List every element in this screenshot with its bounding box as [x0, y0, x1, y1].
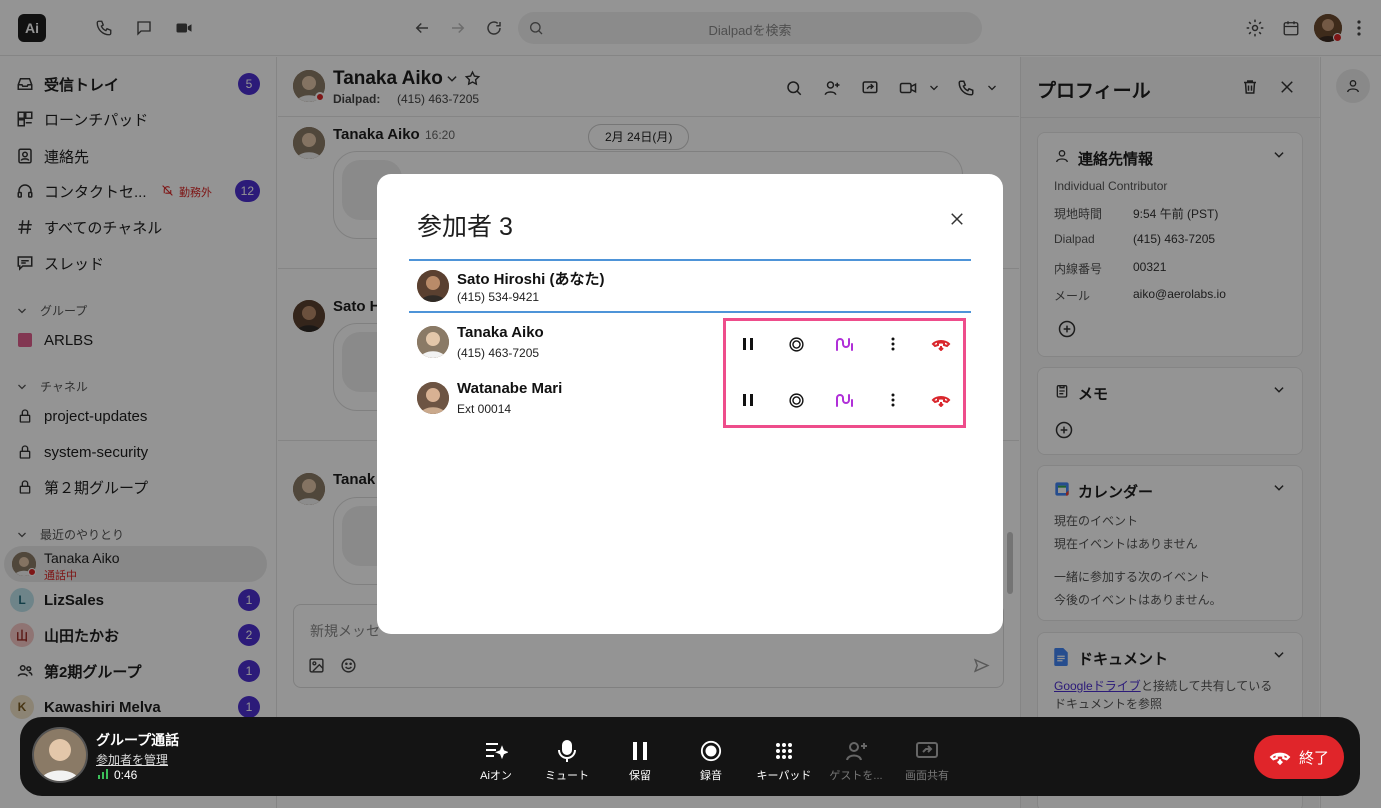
add-guest-button[interactable]: ゲストを...	[821, 737, 891, 791]
manage-participants-link[interactable]: 参加者を管理	[96, 751, 168, 768]
remove-participant-button[interactable]	[926, 385, 956, 415]
keypad-button[interactable]: キーパッド	[749, 737, 819, 791]
call-button-label: ミュート	[545, 770, 589, 782]
ai-assist-button[interactable]	[830, 385, 860, 415]
hold-participant-button[interactable]	[733, 329, 763, 359]
dialog-title: 参加者 3	[417, 213, 513, 241]
participants-dialog: 参加者 3 Sato Hiroshi (あなた) (415) 534-9421 …	[377, 174, 1003, 634]
participant-avatar	[417, 326, 449, 358]
pause-icon	[741, 393, 755, 407]
close-icon[interactable]	[948, 210, 966, 228]
hang-up-icon	[931, 393, 951, 407]
screen-share-button[interactable]: 画面共有	[892, 737, 962, 791]
call-button-label: 保留	[629, 770, 651, 782]
ai-on-button[interactable]: Aiオン	[461, 737, 531, 791]
microphone-icon	[532, 737, 602, 765]
record-participant-button[interactable]	[781, 329, 811, 359]
call-avatar	[32, 727, 88, 783]
remove-participant-button[interactable]	[926, 329, 956, 359]
more-options-button[interactable]	[878, 329, 908, 359]
call-timer: 0:46	[114, 768, 138, 782]
record-icon	[788, 336, 805, 353]
mute-button[interactable]: ミュート	[532, 737, 602, 791]
call-button-label: 画面共有	[905, 770, 949, 782]
call-title: グループ通話	[96, 732, 180, 748]
participant-row-self: Sato Hiroshi (あなた) (415) 534-9421	[409, 260, 971, 312]
more-vertical-icon	[891, 393, 895, 407]
participant-number: Ext 00014	[457, 402, 512, 416]
more-vertical-icon	[891, 337, 895, 351]
active-call-bar: グループ通話 参加者を管理 0:46 Aiオン ミュート 保留 録音 キーパッド…	[20, 717, 1360, 796]
divider	[409, 311, 971, 313]
hang-up-icon	[1269, 749, 1291, 765]
pause-icon	[605, 737, 675, 765]
participant-number: (415) 534-9421	[457, 290, 540, 304]
ai-on-icon	[461, 737, 531, 765]
hold-button[interactable]: 保留	[605, 737, 675, 791]
record-participant-button[interactable]	[781, 385, 811, 415]
hang-up-icon	[931, 337, 951, 351]
record-icon	[788, 392, 805, 409]
signal-icon	[98, 769, 108, 779]
participant-name: Tanaka Aiko	[457, 324, 544, 341]
end-call-label: 終了	[1298, 749, 1329, 767]
participant-number: (415) 463-7205	[457, 346, 540, 360]
end-call-button[interactable]: 終了	[1254, 735, 1344, 779]
keypad-icon	[749, 737, 819, 765]
participant-avatar	[417, 270, 449, 302]
call-button-label: キーパッド	[756, 770, 812, 782]
record-button[interactable]: 録音	[676, 737, 746, 791]
call-button-label: Aiオン	[480, 770, 512, 782]
pause-icon	[741, 337, 755, 351]
call-button-label: ゲストを...	[829, 770, 883, 782]
call-button-label: 録音	[700, 770, 722, 782]
add-guest-icon	[821, 737, 891, 765]
ai-icon	[835, 392, 855, 408]
participant-name: Watanabe Mari	[457, 380, 563, 397]
more-options-button[interactable]	[878, 385, 908, 415]
participant-avatar	[417, 382, 449, 414]
ai-assist-button[interactable]	[830, 329, 860, 359]
participant-name: Sato Hiroshi (あなた)	[457, 271, 605, 288]
participant-controls-highlight	[723, 318, 966, 428]
ai-icon	[835, 336, 855, 352]
screen-share-icon	[892, 737, 962, 765]
record-icon	[676, 737, 746, 765]
hold-participant-button[interactable]	[733, 385, 763, 415]
